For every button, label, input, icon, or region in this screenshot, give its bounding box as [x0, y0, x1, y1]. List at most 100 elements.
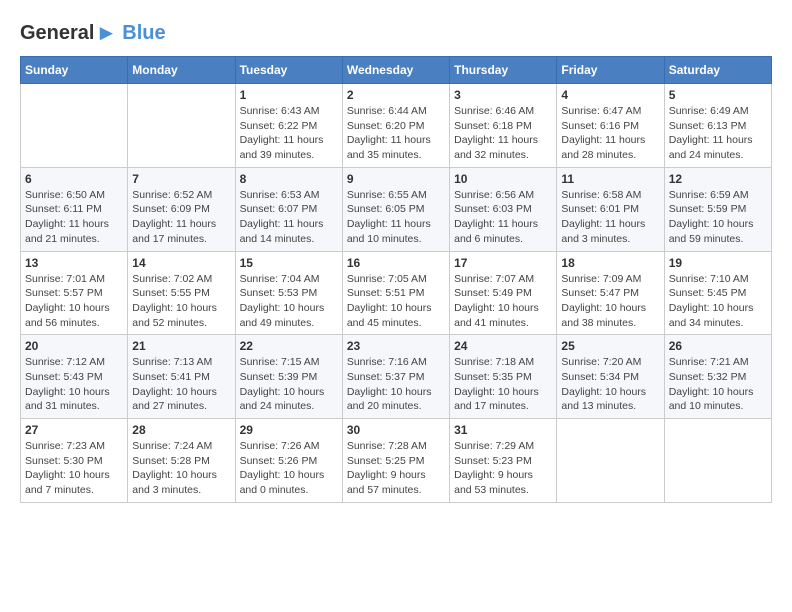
day-info: Sunrise: 6:55 AMSunset: 6:05 PMDaylight:… [347, 188, 445, 247]
day-info: Sunrise: 7:01 AMSunset: 5:57 PMDaylight:… [25, 272, 123, 331]
calendar-header-row: SundayMondayTuesdayWednesdayThursdayFrid… [21, 57, 772, 84]
day-info: Sunrise: 7:23 AMSunset: 5:30 PMDaylight:… [25, 439, 123, 498]
weekday-header-tuesday: Tuesday [235, 57, 342, 84]
calendar-cell: 30 Sunrise: 7:28 AMSunset: 5:25 PMDayligh… [342, 419, 449, 503]
day-number: 19 [669, 256, 767, 270]
calendar-cell: 22 Sunrise: 7:15 AMSunset: 5:39 PMDayligh… [235, 335, 342, 419]
day-number: 26 [669, 339, 767, 353]
calendar-cell: 11Sunrise: 6:58 AMSunset: 6:01 PMDayligh… [557, 167, 664, 251]
day-number: 7 [132, 172, 230, 186]
day-info: Sunrise: 7:12 AMSunset: 5:43 PMDaylight:… [25, 355, 123, 414]
calendar-cell: 5 Sunrise: 6:49 AMSunset: 6:13 PMDaylight… [664, 84, 771, 168]
calendar-cell: 2 Sunrise: 6:44 AMSunset: 6:20 PMDaylight… [342, 84, 449, 168]
day-info: Sunrise: 6:53 AMSunset: 6:07 PMDaylight:… [240, 188, 338, 247]
day-info: Sunrise: 7:21 AMSunset: 5:32 PMDaylight:… [669, 355, 767, 414]
day-number: 27 [25, 423, 123, 437]
day-number: 18 [561, 256, 659, 270]
day-number: 3 [454, 88, 552, 102]
day-info: Sunrise: 7:29 AMSunset: 5:23 PMDaylight:… [454, 439, 552, 498]
day-info: Sunrise: 6:47 AMSunset: 6:16 PMDaylight:… [561, 104, 659, 163]
calendar-cell: 27 Sunrise: 7:23 AMSunset: 5:30 PMDayligh… [21, 419, 128, 503]
day-number: 4 [561, 88, 659, 102]
day-number: 1 [240, 88, 338, 102]
day-number: 24 [454, 339, 552, 353]
day-number: 8 [240, 172, 338, 186]
day-number: 16 [347, 256, 445, 270]
calendar-week-5: 27 Sunrise: 7:23 AMSunset: 5:30 PMDayligh… [21, 419, 772, 503]
calendar-cell: 1 Sunrise: 6:43 AMSunset: 6:22 PMDaylight… [235, 84, 342, 168]
weekday-header-monday: Monday [128, 57, 235, 84]
day-number: 22 [240, 339, 338, 353]
day-info: Sunrise: 6:52 AMSunset: 6:09 PMDaylight:… [132, 188, 230, 247]
day-number: 31 [454, 423, 552, 437]
day-info: Sunrise: 7:02 AMSunset: 5:55 PMDaylight:… [132, 272, 230, 331]
day-info: Sunrise: 7:07 AMSunset: 5:49 PMDaylight:… [454, 272, 552, 331]
day-number: 29 [240, 423, 338, 437]
day-info: Sunrise: 6:58 AMSunset: 6:01 PMDaylight:… [561, 188, 659, 247]
calendar-table: SundayMondayTuesdayWednesdayThursdayFrid… [20, 56, 772, 503]
day-info: Sunrise: 6:50 AMSunset: 6:11 PMDaylight:… [25, 188, 123, 247]
day-info: Sunrise: 7:15 AMSunset: 5:39 PMDaylight:… [240, 355, 338, 414]
day-info: Sunrise: 7:20 AMSunset: 5:34 PMDaylight:… [561, 355, 659, 414]
calendar-cell: 16 Sunrise: 7:05 AMSunset: 5:51 PMDayligh… [342, 251, 449, 335]
calendar-cell: 8 Sunrise: 6:53 AMSunset: 6:07 PMDaylight… [235, 167, 342, 251]
calendar-cell: 29 Sunrise: 7:26 AMSunset: 5:26 PMDayligh… [235, 419, 342, 503]
day-number: 14 [132, 256, 230, 270]
calendar-cell: 23 Sunrise: 7:16 AMSunset: 5:37 PMDayligh… [342, 335, 449, 419]
day-number: 9 [347, 172, 445, 186]
calendar-cell: 20Sunrise: 7:12 AMSunset: 5:43 PMDayligh… [21, 335, 128, 419]
calendar-cell: 7 Sunrise: 6:52 AMSunset: 6:09 PMDaylight… [128, 167, 235, 251]
day-info: Sunrise: 6:59 AMSunset: 5:59 PMDaylight:… [669, 188, 767, 247]
calendar-cell: 4 Sunrise: 6:47 AMSunset: 6:16 PMDaylight… [557, 84, 664, 168]
day-number: 21 [132, 339, 230, 353]
calendar-cell: 12Sunrise: 6:59 AMSunset: 5:59 PMDayligh… [664, 167, 771, 251]
calendar-week-4: 20Sunrise: 7:12 AMSunset: 5:43 PMDayligh… [21, 335, 772, 419]
day-number: 10 [454, 172, 552, 186]
day-info: Sunrise: 7:18 AMSunset: 5:35 PMDaylight:… [454, 355, 552, 414]
calendar-cell [21, 84, 128, 168]
day-number: 17 [454, 256, 552, 270]
logo-blue-text: Blue [122, 22, 165, 44]
calendar-cell: 9 Sunrise: 6:55 AMSunset: 6:05 PMDaylight… [342, 167, 449, 251]
day-number: 28 [132, 423, 230, 437]
day-number: 15 [240, 256, 338, 270]
day-number: 13 [25, 256, 123, 270]
day-info: Sunrise: 7:13 AMSunset: 5:41 PMDaylight:… [132, 355, 230, 414]
weekday-header-saturday: Saturday [664, 57, 771, 84]
calendar-cell: 15 Sunrise: 7:04 AMSunset: 5:53 PMDayligh… [235, 251, 342, 335]
calendar-week-2: 6 Sunrise: 6:50 AMSunset: 6:11 PMDaylight… [21, 167, 772, 251]
calendar-cell: 18Sunrise: 7:09 AMSunset: 5:47 PMDayligh… [557, 251, 664, 335]
calendar-cell: 31 Sunrise: 7:29 AMSunset: 5:23 PMDayligh… [450, 419, 557, 503]
calendar-cell: 26 Sunrise: 7:21 AMSunset: 5:32 PMDayligh… [664, 335, 771, 419]
day-number: 2 [347, 88, 445, 102]
logo-text: General [20, 22, 94, 45]
weekday-header-sunday: Sunday [21, 57, 128, 84]
day-info: Sunrise: 7:16 AMSunset: 5:37 PMDaylight:… [347, 355, 445, 414]
day-info: Sunrise: 7:04 AMSunset: 5:53 PMDaylight:… [240, 272, 338, 331]
calendar-cell: 3Sunrise: 6:46 AMSunset: 6:18 PMDaylight… [450, 84, 557, 168]
weekday-header-thursday: Thursday [450, 57, 557, 84]
calendar-cell [128, 84, 235, 168]
calendar-cell: 14 Sunrise: 7:02 AMSunset: 5:55 PMDayligh… [128, 251, 235, 335]
calendar-cell [557, 419, 664, 503]
calendar-cell: 6 Sunrise: 6:50 AMSunset: 6:11 PMDaylight… [21, 167, 128, 251]
day-number: 30 [347, 423, 445, 437]
day-info: Sunrise: 7:05 AMSunset: 5:51 PMDaylight:… [347, 272, 445, 331]
day-number: 6 [25, 172, 123, 186]
day-info: Sunrise: 7:28 AMSunset: 5:25 PMDaylight:… [347, 439, 445, 498]
day-info: Sunrise: 6:43 AMSunset: 6:22 PMDaylight:… [240, 104, 338, 163]
calendar-cell: 19Sunrise: 7:10 AMSunset: 5:45 PMDayligh… [664, 251, 771, 335]
day-number: 25 [561, 339, 659, 353]
day-number: 23 [347, 339, 445, 353]
calendar-cell: 21 Sunrise: 7:13 AMSunset: 5:41 PMDayligh… [128, 335, 235, 419]
day-info: Sunrise: 7:26 AMSunset: 5:26 PMDaylight:… [240, 439, 338, 498]
day-info: Sunrise: 6:49 AMSunset: 6:13 PMDaylight:… [669, 104, 767, 163]
weekday-header-friday: Friday [557, 57, 664, 84]
calendar-cell: 17 Sunrise: 7:07 AMSunset: 5:49 PMDayligh… [450, 251, 557, 335]
logo: General ► Blue [20, 20, 166, 46]
calendar-cell: 10Sunrise: 6:56 AMSunset: 6:03 PMDayligh… [450, 167, 557, 251]
page-header: General ► Blue [20, 20, 772, 46]
day-info: Sunrise: 7:24 AMSunset: 5:28 PMDaylight:… [132, 439, 230, 498]
day-info: Sunrise: 6:44 AMSunset: 6:20 PMDaylight:… [347, 104, 445, 163]
day-number: 5 [669, 88, 767, 102]
